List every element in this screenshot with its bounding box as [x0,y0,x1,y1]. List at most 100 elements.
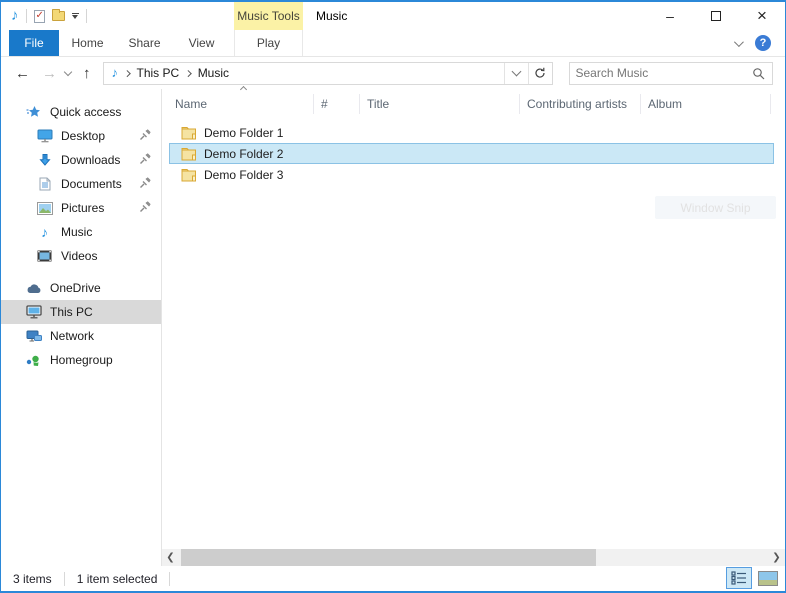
pin-icon [139,201,151,216]
sidebar-item-label: Videos [61,249,97,263]
sidebar-item-pictures[interactable]: Pictures [1,196,161,220]
search-icon[interactable] [752,67,765,80]
up-icon[interactable]: ↑ [77,66,97,81]
help-icon[interactable]: ? [755,35,771,51]
forward-icon[interactable]: → [36,66,63,81]
navigation-pane: Quick access Desktop Downloads [1,89,162,566]
file-list-pane: Name # Title Contributing artists Album [162,89,785,566]
sidebar-item-videos[interactable]: Videos [1,244,161,268]
address-dropdown-button[interactable] [504,63,528,84]
folder-icon [181,168,198,182]
tab-home[interactable]: Home [59,30,116,56]
column-header-title[interactable]: Title [360,94,520,114]
maximize-button[interactable] [693,2,739,30]
large-icons-view-button[interactable] [755,567,781,589]
file-row-demo-folder-2[interactable]: Demo Folder 2 [169,143,774,164]
scrollbar-thumb[interactable] [181,549,596,566]
tab-file[interactable]: File [9,30,59,56]
music-icon: ♪ [36,225,53,239]
downloads-icon [36,153,53,167]
close-button[interactable]: × [739,2,785,30]
file-rows: Demo Folder 1 Demo Folder 2 Demo Folder … [162,119,785,549]
details-view-button[interactable] [726,567,752,589]
chevron-right-icon[interactable] [124,70,130,76]
sidebar-item-documents[interactable]: Documents [1,172,161,196]
back-icon[interactable]: ← [9,66,36,81]
window-controls: – × [647,2,785,30]
pin-icon [139,177,151,192]
file-row-demo-folder-3[interactable]: Demo Folder 3 [169,164,774,185]
titlebar: ♪ ✓ Music Tools Music – × [1,2,785,30]
properties-icon[interactable]: ✓ [34,10,45,23]
folder-icon [181,147,198,161]
column-header-name[interactable]: Name [168,94,314,114]
item-count: 3 items [1,572,64,586]
sidebar-item-label: Pictures [61,201,104,215]
this-pc-icon [25,305,42,319]
column-headers: Name # Title Contributing artists Album [162,89,785,119]
videos-icon [36,250,53,262]
location-music-icon: ♪ [112,66,119,80]
window-snip-overlay: Window Snip [655,196,776,219]
sidebar-gap [1,268,161,276]
content-area: Quick access Desktop Downloads [1,89,785,566]
status-bar: 3 items 1 item selected [1,566,785,591]
network-icon [25,330,42,343]
sidebar-item-homegroup[interactable]: Homegroup [1,348,161,372]
breadcrumb: ♪ This PC Music [104,66,504,80]
pin-icon [139,153,151,168]
search-input[interactable] [570,66,752,80]
new-folder-icon[interactable] [52,11,65,21]
sidebar-item-label: Network [50,329,94,343]
breadcrumb-this-pc[interactable]: This PC [137,66,180,80]
homegroup-icon [25,354,42,367]
sidebar-item-label: Quick access [50,105,121,119]
recent-locations-icon[interactable] [64,68,72,76]
separator [86,9,87,23]
sidebar-item-quick-access[interactable]: Quick access [1,100,161,124]
sidebar-item-label: This PC [50,305,93,319]
tab-share[interactable]: Share [116,30,173,56]
customize-qat-icon[interactable] [72,13,79,19]
maximize-icon [711,11,721,21]
sidebar-item-network[interactable]: Network [1,324,161,348]
sidebar-item-label: Desktop [61,129,105,143]
search-box[interactable] [569,62,773,85]
tab-play[interactable]: Play [234,30,303,56]
separator [26,9,27,23]
explorer-window: ♪ ✓ Music Tools Music – × File Home Shar… [0,0,786,593]
expand-ribbon-icon[interactable] [734,37,744,47]
column-header-contributing-artists[interactable]: Contributing artists [520,94,641,114]
large-icons-view-icon [758,571,778,586]
refresh-icon [534,67,546,79]
minimize-button[interactable]: – [647,2,693,30]
quick-access-star-icon [25,105,42,119]
sort-ascending-icon [239,86,246,93]
column-header-album[interactable]: Album [641,94,771,114]
refresh-button[interactable] [528,63,552,84]
address-box[interactable]: ♪ This PC Music [103,62,553,85]
horizontal-scrollbar[interactable]: ❮ ❯ [162,549,785,566]
sidebar-item-this-pc[interactable]: This PC [1,300,161,324]
pictures-icon [36,202,53,215]
sidebar-item-music[interactable]: ♪ Music [1,220,161,244]
separator [169,572,170,586]
pin-icon [139,129,151,144]
chevron-right-icon[interactable] [185,70,191,76]
selection-status: 1 item selected [65,572,170,586]
file-name: Demo Folder 3 [204,168,283,182]
sidebar-item-desktop[interactable]: Desktop [1,124,161,148]
tab-view[interactable]: View [173,30,230,56]
scroll-right-icon[interactable]: ❯ [768,549,785,566]
file-row-demo-folder-1[interactable]: Demo Folder 1 [169,122,774,143]
sidebar-item-label: OneDrive [50,281,101,295]
sidebar-item-onedrive[interactable]: OneDrive [1,276,161,300]
breadcrumb-music[interactable]: Music [198,66,229,80]
music-note-icon: ♪ [11,9,19,23]
sidebar-item-label: Homegroup [50,353,113,367]
sidebar-item-downloads[interactable]: Downloads [1,148,161,172]
contextual-tab-music-tools: Music Tools [234,2,303,30]
scroll-left-icon[interactable]: ❮ [162,549,179,566]
column-header-number[interactable]: # [314,94,360,114]
ribbon-tab-row: File Home Share View Play ? [1,30,785,57]
